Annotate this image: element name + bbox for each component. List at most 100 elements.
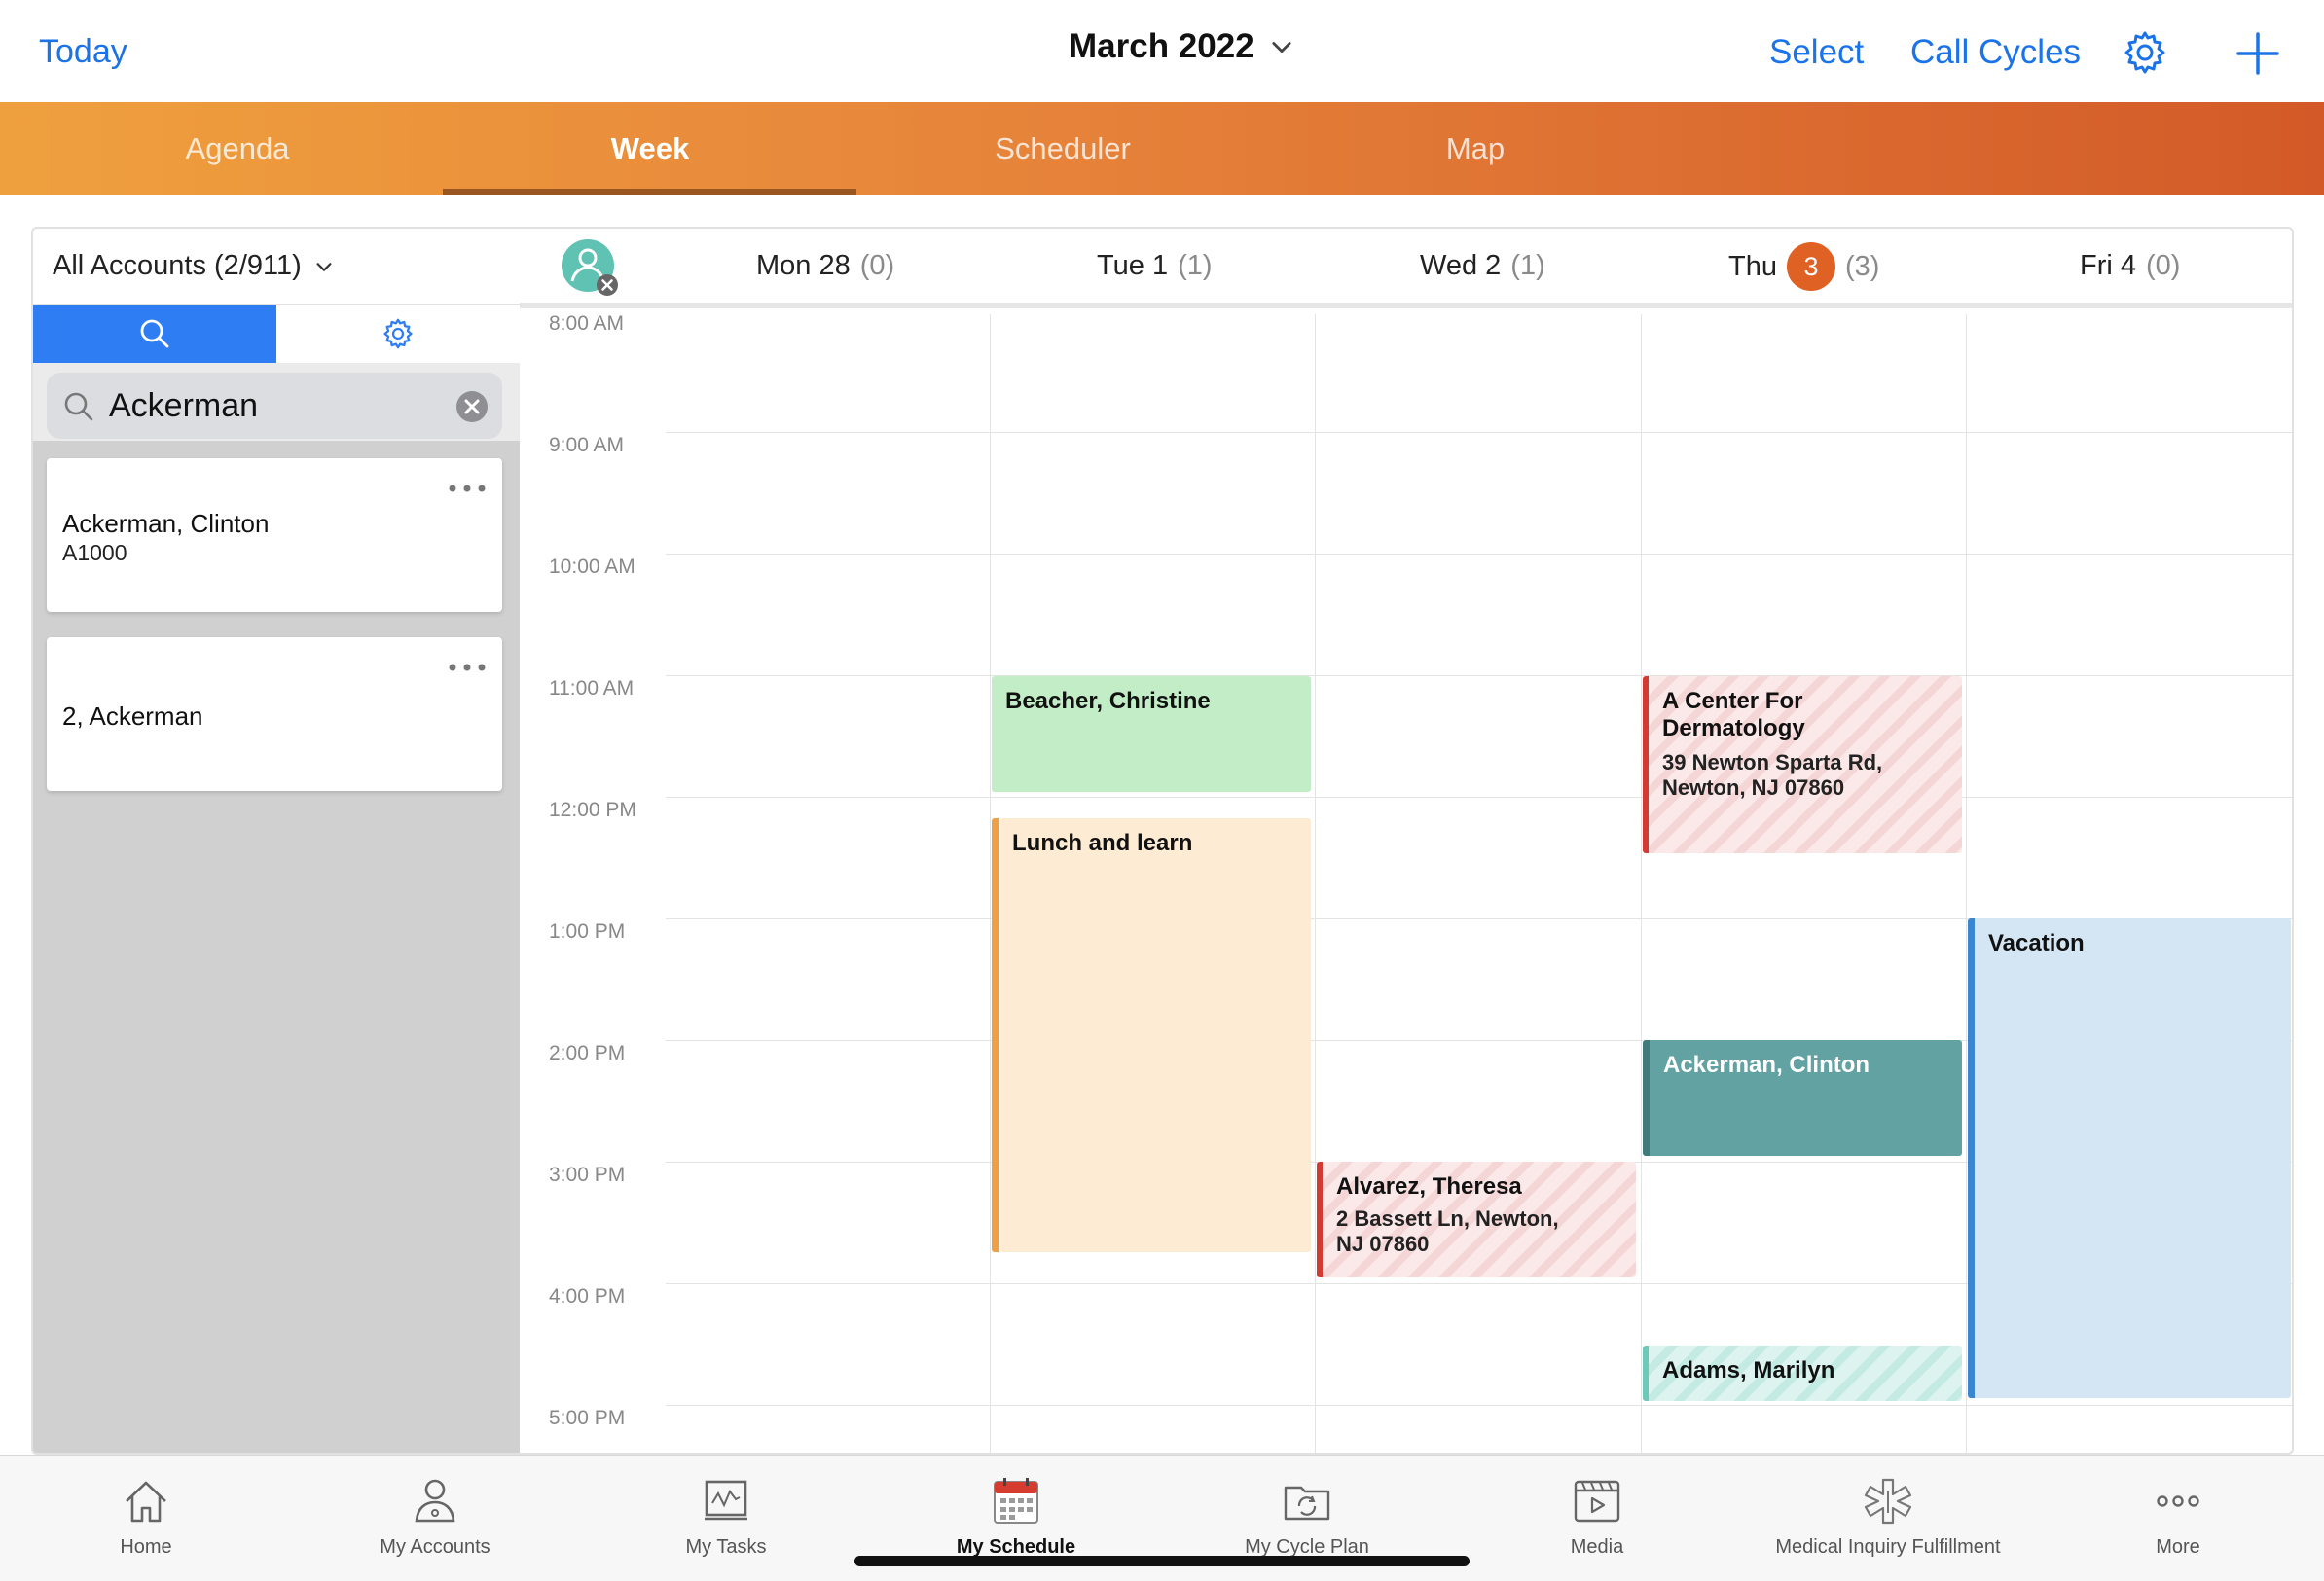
calendar-icon bbox=[994, 1478, 1038, 1524]
day-gridline bbox=[1641, 314, 1642, 1453]
day-header-fri[interactable]: Fri 4 (0) bbox=[2080, 250, 2180, 282]
gear-icon[interactable] bbox=[2122, 29, 2168, 76]
event-title: Ackerman, Clinton bbox=[1663, 1052, 1870, 1078]
account-name: Ackerman, Clinton bbox=[62, 509, 270, 538]
day-event-count: (1) bbox=[1510, 250, 1545, 281]
tasks-icon bbox=[705, 1480, 747, 1521]
bottom-tab-label: Home bbox=[120, 1536, 172, 1558]
chevron-down-icon bbox=[316, 262, 332, 271]
day-event-count: (1) bbox=[1178, 250, 1213, 281]
event-beacher-christine[interactable]: Beacher, Christine bbox=[992, 676, 1311, 792]
day-event-count: (3) bbox=[1844, 250, 1880, 282]
more-options-icon[interactable] bbox=[448, 663, 487, 672]
day-name: Fri 4 bbox=[2080, 250, 2136, 281]
account-result-card[interactable]: 2, Ackerman bbox=[47, 637, 502, 791]
event-title: Adams, Marilyn bbox=[1662, 1357, 1835, 1383]
view-tabs: Agenda Week Scheduler Map bbox=[0, 102, 2324, 195]
day-header-thu[interactable]: Thu 3 (3) bbox=[1728, 242, 1879, 291]
media-icon bbox=[1574, 1480, 1620, 1523]
hour-gridline bbox=[666, 432, 2292, 433]
account-id: A1000 bbox=[62, 540, 127, 565]
bottom-tab-media[interactable]: Media bbox=[1451, 1456, 1743, 1581]
medical-icon bbox=[1864, 1478, 1912, 1525]
filter-settings-segment[interactable] bbox=[276, 305, 520, 363]
day-header-wed[interactable]: Wed 2 (1) bbox=[1420, 250, 1545, 282]
event-address: Newton, NJ 07860 bbox=[1662, 775, 1845, 800]
clear-search-icon[interactable] bbox=[455, 390, 489, 423]
event-title: Beacher, Christine bbox=[1005, 688, 1211, 714]
account-result-card[interactable]: Ackerman, Clinton A1000 bbox=[47, 458, 502, 612]
event-title: Dermatology bbox=[1662, 715, 1805, 741]
day-event-count: (0) bbox=[2146, 250, 2181, 281]
search-icon bbox=[140, 319, 169, 348]
time-label: 5:00 PM bbox=[549, 1407, 626, 1429]
event-address: 39 Newton Sparta Rd, bbox=[1662, 750, 1883, 774]
search-segment[interactable] bbox=[33, 305, 276, 363]
day-name: Tue 1 bbox=[1097, 250, 1169, 281]
event-alvarez-theresa[interactable]: Alvarez, Theresa 2 Bassett Ln, Newton, N… bbox=[1317, 1162, 1636, 1277]
hour-gridline bbox=[666, 1405, 2292, 1406]
time-label: 1:00 PM bbox=[549, 920, 626, 943]
search-box bbox=[47, 373, 502, 439]
search-area bbox=[33, 363, 520, 441]
day-event-count: (0) bbox=[859, 250, 895, 281]
tab-agenda[interactable]: Agenda bbox=[31, 102, 444, 195]
bottom-tab-medical-inquiry-fulfillment[interactable]: Medical Inquiry Fulfillment bbox=[1742, 1456, 2034, 1581]
tab-week[interactable]: Week bbox=[444, 102, 856, 195]
hour-gridline bbox=[666, 675, 2292, 676]
call-cycles-button[interactable]: Call Cycles bbox=[1910, 33, 2081, 72]
event-ackerman-clinton[interactable]: Ackerman, Clinton bbox=[1643, 1040, 1962, 1156]
accounts-filter-label: All Accounts (2/911) bbox=[53, 250, 302, 281]
event-title: A Center For bbox=[1662, 688, 1803, 714]
event-a-center-for-dermatology[interactable]: A Center For Dermatology 39 Newton Spart… bbox=[1643, 676, 1962, 853]
bottom-tab-my-tasks[interactable]: My Tasks bbox=[580, 1456, 872, 1581]
active-tab-indicator bbox=[443, 189, 856, 195]
search-input[interactable] bbox=[109, 384, 430, 427]
account-name: 2, Ackerman bbox=[62, 701, 203, 731]
day-header-tue[interactable]: Tue 1 (1) bbox=[1097, 250, 1213, 282]
today-button[interactable]: Today bbox=[39, 33, 127, 71]
accounts-filter-dropdown[interactable]: All Accounts (2/911) bbox=[33, 229, 520, 305]
bottom-tab-label: My Tasks bbox=[685, 1536, 767, 1558]
bottom-tab-label: My Accounts bbox=[380, 1536, 490, 1558]
day-name: Thu bbox=[1728, 250, 1777, 282]
event-lunch-and-learn[interactable]: Lunch and learn bbox=[992, 818, 1311, 1252]
bottom-tab-home[interactable]: Home bbox=[0, 1456, 292, 1581]
day-gridline bbox=[1315, 314, 1316, 1453]
cycle-plan-icon bbox=[1284, 1486, 1330, 1521]
bottom-tab-label: Media bbox=[1570, 1536, 1624, 1558]
day-name: Wed 2 bbox=[1420, 250, 1502, 281]
event-title: Lunch and learn bbox=[1012, 830, 1193, 856]
event-adams-marilyn[interactable]: Adams, Marilyn bbox=[1643, 1346, 1962, 1401]
bottom-tab-more[interactable]: More bbox=[2032, 1456, 2324, 1581]
today-date-badge: 3 bbox=[1786, 242, 1835, 291]
day-gridline bbox=[990, 314, 991, 1453]
hour-gridline bbox=[666, 797, 2292, 798]
bottom-tab-label: More bbox=[2156, 1536, 2200, 1558]
month-picker[interactable]: March 2022 bbox=[1069, 27, 1295, 66]
select-button[interactable]: Select bbox=[1769, 33, 1864, 72]
day-name: Mon 28 bbox=[756, 250, 851, 281]
time-label: 10:00 AM bbox=[549, 556, 635, 578]
time-label: 3:00 PM bbox=[549, 1164, 626, 1186]
event-vacation[interactable]: Vacation bbox=[1968, 918, 2291, 1398]
time-label: 9:00 AM bbox=[549, 434, 625, 456]
more-options-icon[interactable] bbox=[448, 484, 487, 493]
hour-gridline bbox=[666, 554, 2292, 555]
day-header-mon[interactable]: Mon 28 (0) bbox=[756, 250, 894, 282]
tab-scheduler[interactable]: Scheduler bbox=[856, 102, 1269, 195]
user-avatar-icon[interactable] bbox=[561, 238, 619, 297]
event-title: Alvarez, Theresa bbox=[1336, 1173, 1522, 1200]
chevron-down-icon bbox=[1272, 42, 1291, 54]
day-header-row: Mon 28 (0) Tue 1 (1) Wed 2 (1) Thu 3 (3)… bbox=[520, 229, 2292, 308]
top-navigation-bar: Today March 2022 Select Call Cycles bbox=[0, 0, 2324, 102]
event-address: NJ 07860 bbox=[1336, 1232, 1430, 1256]
gear-icon bbox=[383, 318, 413, 349]
day-gridline bbox=[1966, 314, 1967, 1453]
time-label: 11:00 AM bbox=[549, 677, 635, 700]
time-label: 12:00 PM bbox=[549, 799, 636, 821]
search-icon bbox=[64, 392, 93, 421]
add-icon[interactable] bbox=[2233, 29, 2282, 78]
bottom-tab-my-accounts[interactable]: My Accounts bbox=[289, 1456, 581, 1581]
tab-map[interactable]: Map bbox=[1269, 102, 1682, 195]
